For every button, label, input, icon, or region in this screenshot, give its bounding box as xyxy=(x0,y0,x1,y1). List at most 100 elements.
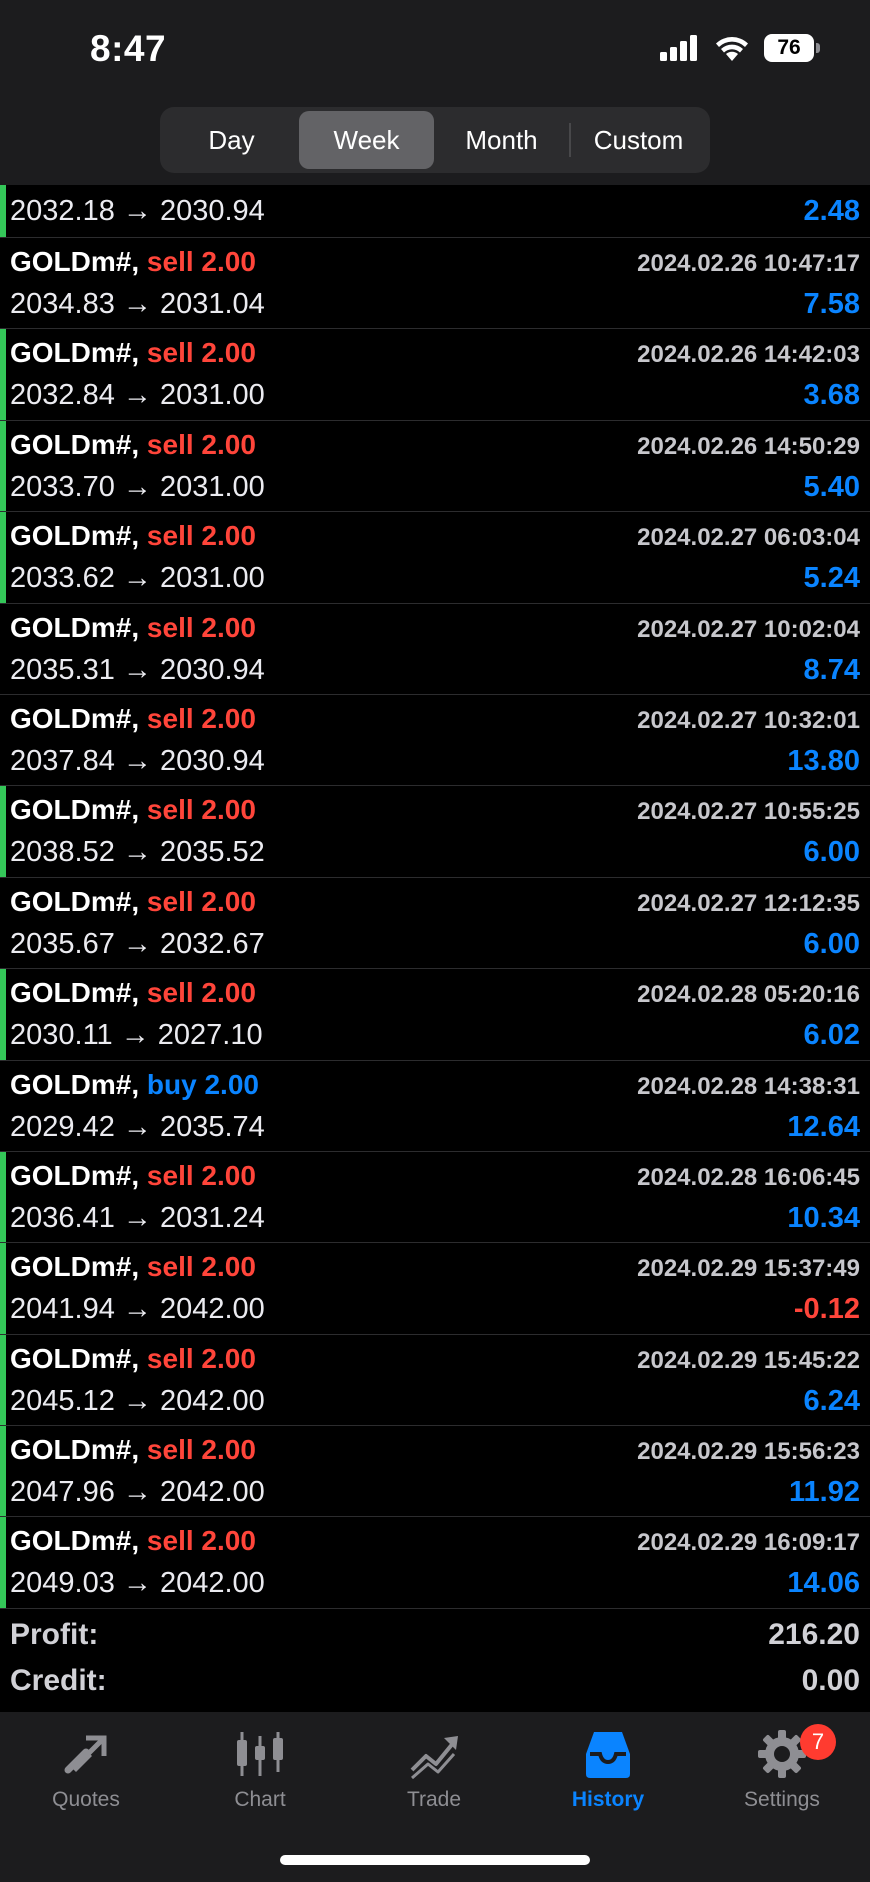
credit-value: 0.00 xyxy=(801,1664,860,1697)
trade-prices: 2038.52 → 2035.52 xyxy=(10,836,265,869)
credit-label: Credit: xyxy=(10,1664,107,1697)
summary: Profit: 216.20 Credit: 0.00 xyxy=(0,1612,870,1712)
trade-title: GOLDm#, sell 2.00 xyxy=(10,612,256,644)
status-time: 8:47 xyxy=(90,28,167,69)
trade-title: GOLDm#, sell 2.00 xyxy=(10,1343,256,1375)
trade-time: 2024.02.27 06:03:04 xyxy=(637,524,860,552)
trade-profit: 6.00 xyxy=(803,836,860,869)
trade-time: 2024.02.27 10:02:04 xyxy=(637,615,860,643)
trade-row[interactable]: GOLDm#, sell 2.00 2024.02.27 12:12:35 2035… xyxy=(0,878,870,970)
trade-title: GOLDm#, sell 2.00 xyxy=(10,1160,256,1192)
trade-profit: 6.02 xyxy=(803,1019,860,1052)
trade-title: GOLDm#, sell 2.00 xyxy=(10,977,256,1009)
settings-badge: 7 xyxy=(800,1724,836,1760)
row-indicator-bar xyxy=(0,420,6,512)
trade-profit: 14.06 xyxy=(787,1567,860,1600)
trade-title: GOLDm#, sell 2.00 xyxy=(10,886,256,918)
trade-side: sell 2.00 xyxy=(146,246,256,277)
trade-prices: 2047.96 → 2042.00 xyxy=(10,1476,265,1509)
trade-side: sell 2.00 xyxy=(146,885,256,917)
trade-time: 2024.02.29 16:09:17 xyxy=(637,1529,860,1557)
trade-side: sell 2.00 xyxy=(146,977,256,1009)
trade-row[interactable]: GOLDm#, sell 2.00 2024.02.29 15:56:23 2047… xyxy=(0,1426,870,1518)
trade-title: GOLDm#, sell 2.00 xyxy=(10,337,256,369)
period-custom[interactable]: Custom xyxy=(571,111,706,169)
trade-time: 2024.02.26 14:42:03 xyxy=(637,341,860,369)
trade-side: sell 2.00 xyxy=(146,520,256,552)
row-indicator-bar xyxy=(0,1151,6,1243)
trade-row[interactable]: GOLDm#, sell 2.00 2024.02.28 16:06:45 2036… xyxy=(0,1151,870,1244)
trade-profit: 8.74 xyxy=(803,653,860,686)
trade-symbol: GOLDm#, xyxy=(10,611,140,643)
tab-trade[interactable]: Trade xyxy=(364,1726,504,1826)
trade-row[interactable]: GOLDm#, sell 2.00 2024.02.27 10:02:04 2035… xyxy=(0,604,870,695)
trade-time: 2024.02.28 16:06:45 xyxy=(637,1163,860,1191)
trade-row[interactable]: GOLDm#, buy 2.00 2024.02.28 14:38:31 2029.… xyxy=(0,1061,870,1152)
partial-trade-row[interactable]: 2032.18 → 2030.94 2.48 xyxy=(0,185,870,238)
trade-prices: 2032.18 → 2030.94 xyxy=(10,195,265,227)
trade-time: 2024.02.26 10:47:17 xyxy=(637,250,860,277)
trade-profit: 5.40 xyxy=(803,470,860,503)
period-day[interactable]: Day xyxy=(164,111,299,169)
tab-chart[interactable]: Chart xyxy=(190,1726,330,1826)
trade-symbol: GOLDm#, xyxy=(10,885,140,917)
trade-time: 2024.02.29 15:37:49 xyxy=(637,1255,860,1283)
row-indicator-bar xyxy=(0,1334,6,1426)
wifi-icon xyxy=(716,37,748,61)
trade-title: GOLDm#, sell 2.00 xyxy=(10,1251,256,1283)
row-indicator-bar xyxy=(0,185,6,237)
trade-title: GOLDm#, sell 2.00 xyxy=(10,429,256,461)
credit-summary-row: Credit: 0.00 xyxy=(10,1664,860,1706)
trade-time: 2024.02.28 14:38:31 xyxy=(637,1072,860,1100)
trade-symbol: GOLDm#, xyxy=(10,1251,140,1283)
trade-symbol: GOLDm#, xyxy=(10,702,140,734)
period-week[interactable]: Week xyxy=(299,111,434,169)
trade-symbol: GOLDm#, xyxy=(10,246,140,277)
trade-prices: 2029.42 → 2035.74 xyxy=(10,1110,265,1143)
trade-prices: 2033.70 → 2031.00 xyxy=(10,470,265,503)
trade-side: sell 2.00 xyxy=(146,1342,256,1374)
trade-row[interactable]: GOLDm#, sell 2.00 2024.02.27 06:03:04 2033… xyxy=(0,512,870,604)
trade-profit: 2.48 xyxy=(803,195,860,227)
tab-trade-label: Trade xyxy=(406,1788,462,1811)
trade-side: sell 2.00 xyxy=(146,428,256,460)
trade-row[interactable]: GOLDm#, sell 2.00 2024.02.28 05:20:16 2030… xyxy=(0,969,870,1061)
trade-prices: 2034.83 → 2031.04 xyxy=(10,288,265,320)
tab-quotes-label: Quotes xyxy=(52,1788,120,1811)
trade-time: 2024.02.27 12:12:35 xyxy=(637,889,860,917)
tab-settings-label: Settings xyxy=(744,1788,820,1811)
candlestick-icon xyxy=(237,1732,283,1776)
period-month[interactable]: Month xyxy=(434,111,569,169)
trade-icon xyxy=(410,1736,458,1780)
trade-row[interactable]: GOLDm#, sell 2.00 2024.02.26 10:47:17 2034… xyxy=(0,238,870,330)
tab-quotes[interactable]: Quotes xyxy=(16,1726,156,1826)
trade-symbol: GOLDm#, xyxy=(10,428,140,460)
tab-settings[interactable]: Settings 7 xyxy=(712,1724,852,1826)
trade-side: sell 2.00 xyxy=(146,1159,256,1191)
trade-symbol: GOLDm#, xyxy=(10,977,140,1009)
trade-prices: 2033.62 → 2031.00 xyxy=(10,562,265,595)
trade-profit: 11.92 xyxy=(789,1476,860,1509)
trade-side: sell 2.00 xyxy=(146,794,256,826)
trade-symbol: GOLDm#, xyxy=(10,1159,140,1191)
trade-symbol: GOLDm#, xyxy=(10,1342,140,1374)
trade-profit: 13.80 xyxy=(787,744,860,777)
home-indicator xyxy=(280,1855,590,1865)
trade-row[interactable]: GOLDm#, sell 2.00 2024.02.27 10:55:25 2038… xyxy=(0,786,870,878)
trade-prices: 2035.31 → 2030.94 xyxy=(10,653,265,686)
trade-row[interactable]: GOLDm#, sell 2.00 2024.02.29 15:37:49 2041… xyxy=(0,1243,870,1335)
trade-time: 2024.02.28 05:20:16 xyxy=(637,981,860,1009)
trade-row[interactable]: GOLDm#, sell 2.00 2024.02.27 10:32:01 2037… xyxy=(0,695,870,787)
tab-history[interactable]: History xyxy=(538,1726,678,1826)
trade-row[interactable]: GOLDm#, sell 2.00 2024.02.29 15:45:22 2045… xyxy=(0,1334,870,1427)
trade-side: sell 2.00 xyxy=(146,611,256,643)
trade-side: sell 2.00 xyxy=(146,1434,256,1466)
trade-row[interactable]: GOLDm#, sell 2.00 2024.02.26 14:50:29 2033… xyxy=(0,420,870,513)
trade-row[interactable]: GOLDm#, sell 2.00 2024.02.26 14:42:03 2032… xyxy=(0,329,870,421)
trade-profit: 10.34 xyxy=(787,1201,860,1234)
trade-prices: 2030.11 → 2027.10 xyxy=(10,1019,263,1052)
trade-profit: 7.58 xyxy=(803,288,860,320)
trade-symbol: GOLDm#, xyxy=(10,520,140,552)
trade-row[interactable]: GOLDm#, sell 2.00 2024.02.29 16:09:17 2049… xyxy=(0,1517,870,1609)
row-indicator-bar xyxy=(0,786,6,877)
